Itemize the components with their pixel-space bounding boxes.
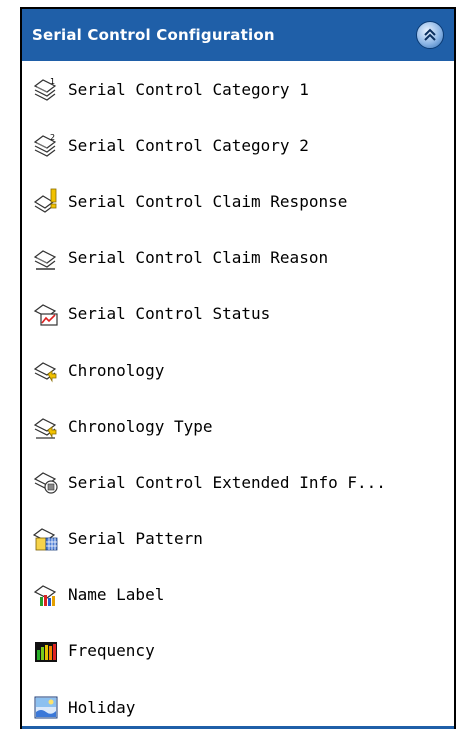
list-item-name-label[interactable]: Name Label [22,567,454,623]
extended-info-icon [32,468,60,496]
list-item-chronology[interactable]: Chronology [22,342,454,398]
name-label-icon [32,581,60,609]
svg-text:1: 1 [50,77,55,86]
list-item-serial-control-status[interactable]: Serial Control Status [22,286,454,342]
claim-response-icon [32,187,60,215]
list-item-label: Serial Control Claim Reason [68,248,329,268]
serial-control-configuration-panel: Serial Control Configuration 1 Serial Co… [20,7,456,729]
list-item-label: Chronology [68,360,165,380]
panel-title: Serial Control Configuration [32,26,275,44]
list-item-label: Serial Control Category 1 [68,79,309,99]
list-item-label: Serial Control Claim Response [68,191,348,211]
holiday-icon [32,693,60,721]
list-item-label: Serial Pattern [68,529,203,549]
panel-header: Serial Control Configuration [22,9,454,61]
list-item-label: Serial Control Status [68,304,271,324]
list-item-serial-control-category-2[interactable]: 2 Serial Control Category 2 [22,117,454,173]
pattern-icon [32,525,60,553]
list-item-label: Serial Control Extended Info F... [68,472,386,492]
claim-reason-icon [32,244,60,272]
status-icon [32,300,60,328]
list-item-serial-pattern[interactable]: Serial Pattern [22,511,454,567]
list-item-label: Chronology Type [68,416,213,436]
category-1-icon: 1 [32,75,60,103]
list-item-label: Holiday [68,697,136,717]
list-item-label: Frequency [68,641,155,661]
list-item-label: Name Label [68,585,165,605]
config-list: 1 Serial Control Category 1 2 Serial Con… [22,61,454,735]
double-chevron-up-icon[interactable] [416,21,444,49]
chronology-icon [32,356,60,384]
list-item-label: Serial Control Category 2 [68,135,309,155]
category-2-icon: 2 [32,131,60,159]
list-item-frequency[interactable]: Frequency [22,623,454,679]
chronology-type-icon [32,412,60,440]
list-item-serial-control-claim-response[interactable]: Serial Control Claim Response [22,173,454,229]
list-item-serial-control-extended-info[interactable]: Serial Control Extended Info F... [22,454,454,510]
list-item-chronology-type[interactable]: Chronology Type [22,398,454,454]
list-item-serial-control-claim-reason[interactable]: Serial Control Claim Reason [22,230,454,286]
svg-text:2: 2 [50,133,55,142]
list-item-serial-control-category-1[interactable]: 1 Serial Control Category 1 [22,61,454,117]
frequency-icon [32,637,60,665]
